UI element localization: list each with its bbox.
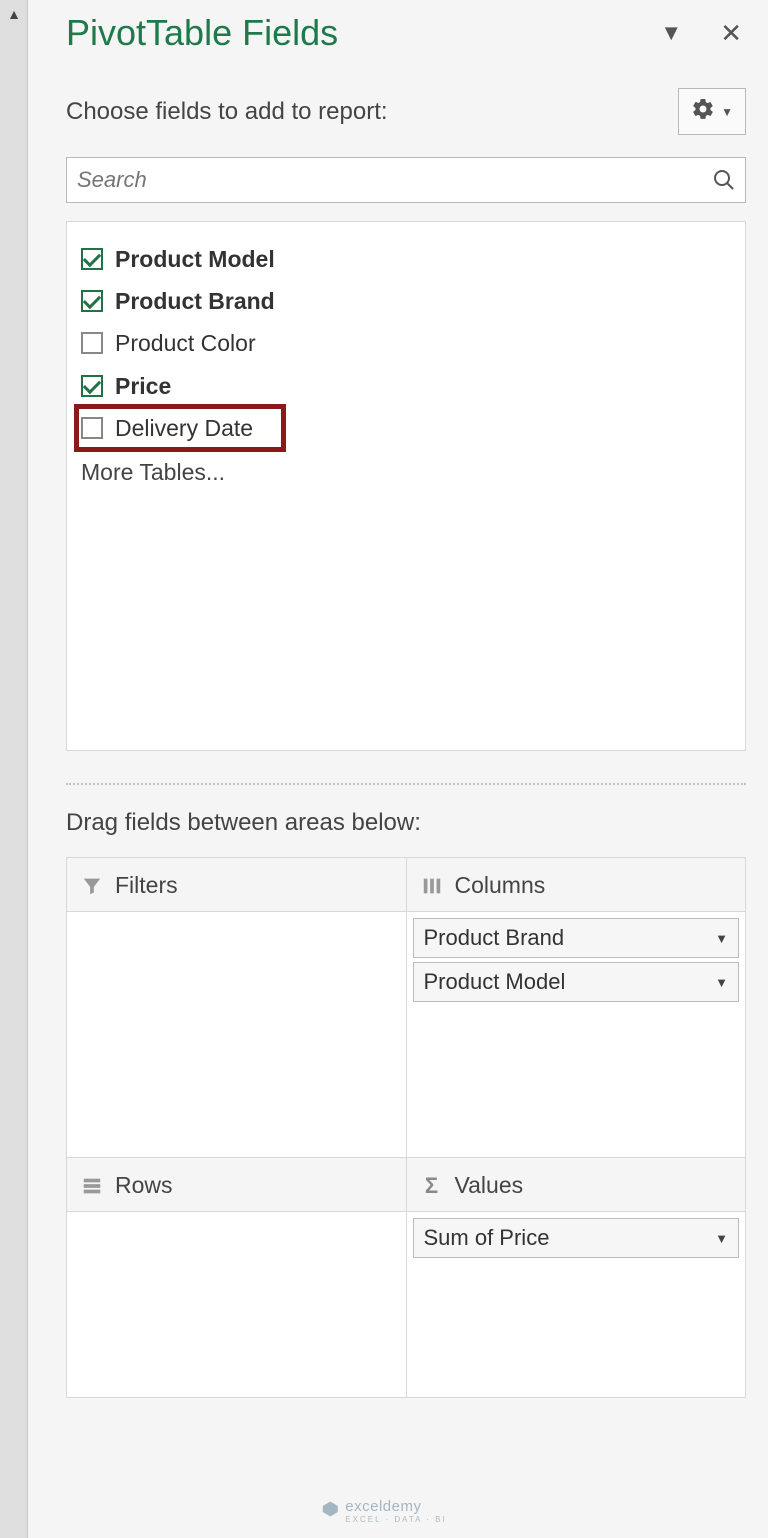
logo-icon [321,1500,339,1522]
instruction-text: Choose fields to add to report: [66,98,388,126]
field-item-product-color[interactable]: Product Color [77,322,735,364]
watermark-brand: exceldemy [345,1498,421,1515]
chevron-down-icon[interactable]: ▼ [715,975,728,990]
search-icon[interactable] [712,168,736,192]
areas-grid: Filters Columns Product Brand ▼ Product … [66,857,746,1398]
scroll-up-icon[interactable]: ▲ [4,4,24,24]
instruction-row: Choose fields to add to report: ▼ [66,88,746,135]
gear-icon [691,97,715,126]
values-area[interactable]: Σ Values Sum of Price ▼ [407,1158,747,1398]
field-item-price[interactable]: Price [77,365,735,407]
watermark: exceldemy EXCEL · DATA · BI [321,1498,446,1524]
field-item-product-model[interactable]: Product Model [77,238,735,280]
field-label: Product Model [115,243,275,275]
area-label: Rows [115,1172,173,1199]
checkbox-icon[interactable] [81,332,103,354]
checkbox-icon[interactable] [81,417,103,439]
rows-dropzone[interactable] [67,1211,406,1397]
panel-header: PivotTable Fields ▼ ✕ [66,12,746,54]
area-header: Σ Values [407,1158,746,1211]
checkbox-icon[interactable] [81,248,103,270]
value-field-sum-of-price[interactable]: Sum of Price ▼ [413,1218,740,1258]
columns-area[interactable]: Columns Product Brand ▼ Product Model ▼ [407,858,747,1158]
divider [66,783,746,785]
close-icon[interactable]: ✕ [720,18,742,49]
panel-title: PivotTable Fields [66,12,338,54]
watermark-sub: EXCEL · DATA · BI [345,1515,446,1524]
area-label: Columns [455,872,546,899]
area-header: Filters [67,858,406,911]
drop-item-label: Product Brand [424,925,565,951]
columns-dropzone[interactable]: Product Brand ▼ Product Model ▼ [407,911,746,1157]
checkbox-icon[interactable] [81,375,103,397]
chevron-down-icon[interactable]: ▼ [715,931,728,946]
filter-icon [81,875,103,897]
field-label: Price [115,370,171,402]
pivottable-fields-panel: PivotTable Fields ▼ ✕ Choose fields to a… [28,0,768,1538]
area-label: Values [455,1172,524,1199]
column-field-product-brand[interactable]: Product Brand ▼ [413,918,740,958]
field-list: Product Model Product Brand Product Colo… [66,221,746,751]
drag-instruction: Drag fields between areas below: [66,809,746,837]
drop-item-label: Product Model [424,969,566,995]
scrollbar-track[interactable]: ▲ [0,0,28,1538]
filters-dropzone[interactable] [67,911,406,1157]
values-dropzone[interactable]: Sum of Price ▼ [407,1211,746,1397]
panel-options-dropdown-icon[interactable]: ▼ [660,20,682,46]
sigma-icon: Σ [421,1175,443,1197]
field-item-delivery-date[interactable]: Delivery Date [77,407,283,449]
filters-area[interactable]: Filters [67,858,407,1158]
tools-button[interactable]: ▼ [678,88,746,135]
search-wrap [66,157,746,203]
field-item-product-brand[interactable]: Product Brand [77,280,735,322]
drop-item-label: Sum of Price [424,1225,550,1251]
checkbox-icon[interactable] [81,290,103,312]
rows-icon [81,1175,103,1197]
search-input[interactable] [66,157,746,203]
column-field-product-model[interactable]: Product Model ▼ [413,962,740,1002]
more-tables-link[interactable]: More Tables... [77,449,735,490]
chevron-down-icon[interactable]: ▼ [715,1231,728,1246]
field-label: Product Brand [115,285,275,317]
header-controls: ▼ ✕ [660,18,746,49]
area-header: Columns [407,858,746,911]
columns-icon [421,875,443,897]
area-label: Filters [115,872,178,899]
field-label: Product Color [115,327,256,359]
field-label: Delivery Date [115,412,253,444]
rows-area[interactable]: Rows [67,1158,407,1398]
chevron-down-icon: ▼ [721,105,733,119]
area-header: Rows [67,1158,406,1211]
